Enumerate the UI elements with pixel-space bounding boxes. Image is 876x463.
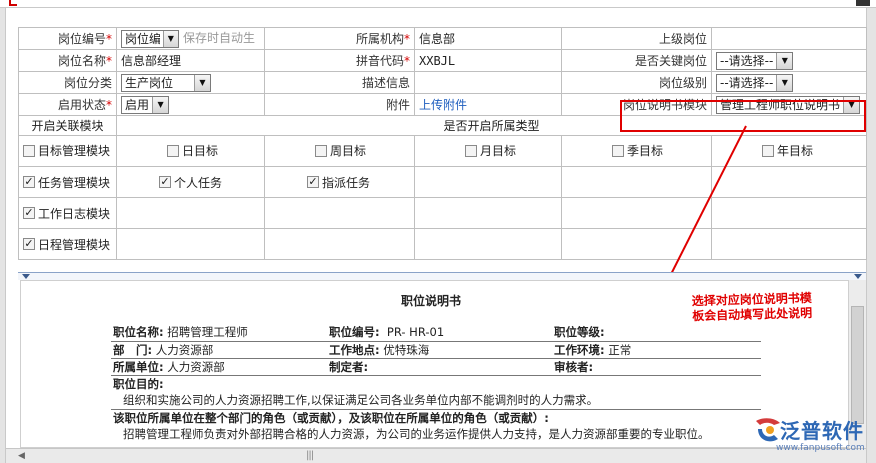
- collapse-triangle-icon[interactable]: [22, 274, 30, 279]
- document-title: 职位说明书: [401, 294, 462, 308]
- collapse-triangle-icon[interactable]: [854, 274, 862, 279]
- checkbox[interactable]: [762, 144, 774, 157]
- pinyin-input[interactable]: XXBJL: [414, 49, 562, 72]
- position-code-select[interactable]: 岗位编 ▼: [121, 29, 179, 48]
- left-frame-bar: [0, 8, 6, 463]
- checkbox[interactable]: [612, 144, 624, 157]
- brand-name: 泛普软件: [780, 419, 864, 443]
- superior-label: 上级岗位: [561, 27, 712, 50]
- purpose-heading: 职位目的:: [113, 376, 164, 391]
- module-schedule[interactable]: 日程管理模块: [18, 228, 117, 260]
- scroll-left-icon[interactable]: ◀: [18, 451, 25, 461]
- type-year-goal[interactable]: 年目标: [711, 135, 867, 167]
- description-input[interactable]: [414, 71, 562, 94]
- upload-attachment-link[interactable]: 上传附件: [419, 98, 467, 112]
- checkbox[interactable]: [23, 144, 35, 157]
- category-select[interactable]: 生产岗位 ▼: [121, 73, 211, 92]
- checkbox[interactable]: [465, 144, 477, 157]
- reviewer-field: 审核者:: [552, 358, 761, 376]
- toolbar-fragment: [856, 0, 870, 6]
- author-field: 制定者:: [327, 358, 552, 376]
- job-name-field: 职位名称: 招聘管理工程师: [111, 324, 327, 342]
- chevron-down-icon[interactable]: ▼: [194, 74, 210, 91]
- chevron-down-icon[interactable]: ▼: [776, 52, 793, 69]
- type-month-goal[interactable]: 月目标: [414, 135, 562, 167]
- auto-generate-hint: 保存时自动生: [183, 31, 256, 46]
- module-worklog[interactable]: 工作日志模块: [18, 197, 117, 229]
- org-value[interactable]: 信息部: [414, 27, 562, 50]
- location-field: 工作地点: 优特珠海: [327, 341, 552, 359]
- position-code-label: 岗位编号*: [18, 27, 117, 50]
- position-name-label: 岗位名称*: [18, 49, 117, 72]
- checkbox-checked[interactable]: [23, 238, 35, 250]
- unit-field: 所属单位: 人力资源部: [111, 358, 327, 376]
- scroll-grip-icon[interactable]: |||: [306, 450, 314, 461]
- module-task[interactable]: 任务管理模块: [18, 166, 117, 198]
- status-label: 启用状态*: [18, 93, 117, 116]
- type-assigned-task[interactable]: 指派任务: [264, 166, 415, 198]
- pinyin-label: 拼音代码*: [264, 49, 415, 72]
- job-code-field: 职位编号: PR- HR-01: [327, 324, 552, 342]
- checkbox-checked[interactable]: [159, 176, 171, 188]
- brand-logo: 泛普软件 www.fanpusoft.com: [752, 415, 870, 453]
- editor-horizontal-scrollbar[interactable]: ◀ |||: [6, 448, 866, 463]
- types-header: 是否开启所属类型: [116, 115, 867, 136]
- checkbox-checked[interactable]: [23, 176, 35, 188]
- environment-field: 工作环境: 正常: [552, 341, 761, 359]
- key-position-select[interactable]: --请选择-- ▼: [716, 51, 794, 70]
- template-label: 岗位说明书模块: [561, 93, 712, 116]
- document-table: 职位名称: 招聘管理工程师 职位编号: PR- HR-01 职位等级: 部 门:…: [111, 324, 761, 447]
- annotation-note: 选择对应岗位说明书模 板会自动填写此处说明: [691, 290, 813, 324]
- job-grade-field: 职位等级:: [552, 324, 761, 342]
- key-position-label: 是否关键岗位: [561, 49, 712, 72]
- attachment-label: 附件: [264, 93, 415, 116]
- template-select[interactable]: 管理工程师职位说明书 ▼: [716, 95, 861, 114]
- page-scrollbar[interactable]: [866, 8, 876, 463]
- category-label: 岗位分类: [18, 71, 117, 94]
- status-select[interactable]: 启用 ▼: [121, 95, 170, 114]
- superior-value[interactable]: [711, 27, 867, 50]
- chevron-down-icon[interactable]: ▼: [843, 96, 860, 113]
- scroll-thumb[interactable]: [851, 306, 864, 424]
- description-label: 描述信息: [264, 71, 415, 94]
- chevron-down-icon[interactable]: ▼: [162, 30, 178, 47]
- chevron-down-icon[interactable]: ▼: [152, 96, 169, 113]
- level-label: 岗位级别: [561, 71, 712, 94]
- type-personal-task[interactable]: 个人任务: [116, 166, 265, 198]
- modules-header: 开启关联模块: [18, 115, 117, 136]
- chevron-down-icon[interactable]: ▼: [776, 74, 793, 91]
- level-select[interactable]: --请选择-- ▼: [716, 73, 794, 92]
- role-heading: 该职位所属单位在整个部门的角色（或贡献），及该职位在所属单位的角色（或贡献）:: [113, 410, 549, 425]
- checkbox-checked[interactable]: [23, 207, 35, 219]
- position-form: 岗位编号* 岗位编 ▼ 保存时自动生 所属机构* 信息部 上级岗位 岗位名称* 信息…: [18, 27, 867, 260]
- corner-mark: [9, 0, 17, 6]
- brand-url: www.fanpusoft.com: [776, 443, 865, 453]
- checkbox[interactable]: [315, 144, 327, 157]
- type-week-goal[interactable]: 周目标: [264, 135, 415, 167]
- org-label: 所属机构*: [264, 27, 415, 50]
- editor-divider[interactable]: [18, 272, 866, 280]
- checkbox[interactable]: [167, 144, 179, 157]
- type-quarter-goal[interactable]: 季目标: [561, 135, 712, 167]
- type-day-goal[interactable]: 日目标: [116, 135, 265, 167]
- window-top-strip: [0, 0, 876, 8]
- purpose-text: 组织和实施公司的人力资源招聘工作,以保证满足公司各业务单位内部不能调剂时的人力需…: [111, 392, 761, 410]
- position-name-input[interactable]: 信息部经理: [116, 49, 265, 72]
- role-text: 招聘管理工程师负责对外部招聘合格的人力资源，为公司的业务运作提供人力支持，是人力…: [123, 427, 710, 441]
- module-goal[interactable]: 目标管理模块: [18, 135, 117, 167]
- checkbox-checked[interactable]: [307, 176, 319, 188]
- dept-field: 部 门: 人力资源部: [111, 341, 327, 359]
